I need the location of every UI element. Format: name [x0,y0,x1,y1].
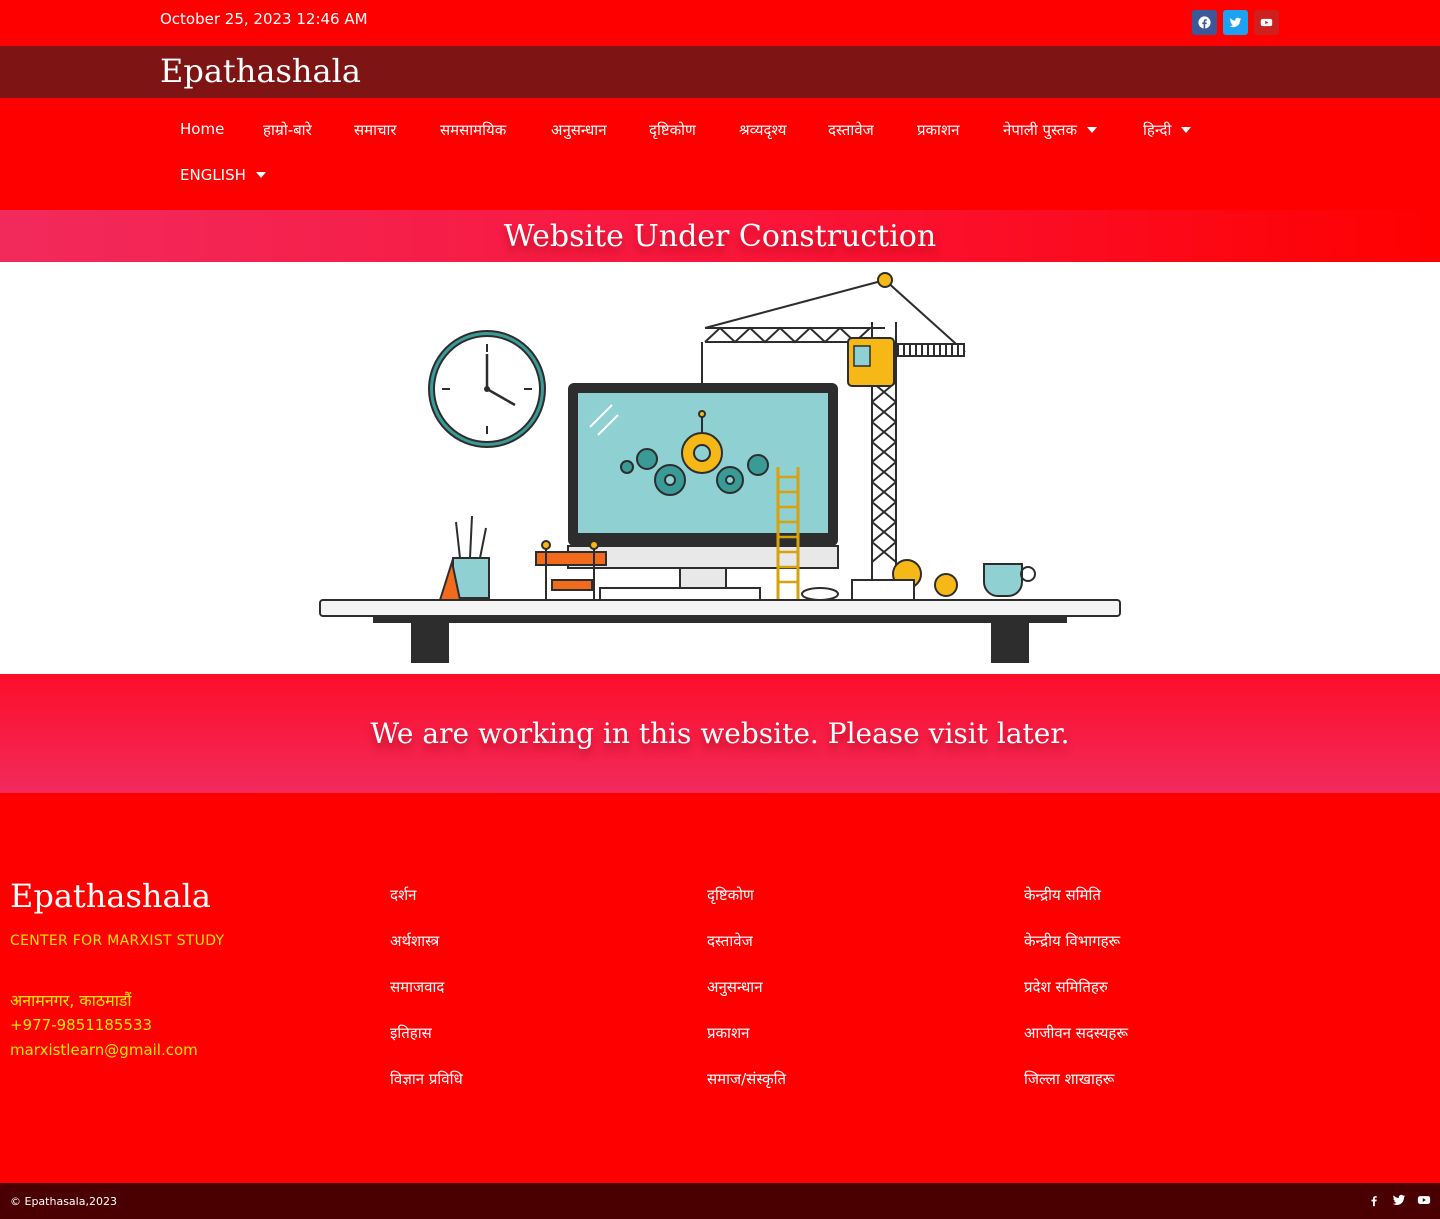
nav-label: ENGLISH [180,166,246,184]
main-navigation: Home हाम्रो-बारे समाचार समसामयिक अनुसन्ध… [0,98,1440,210]
site-logo-text[interactable]: Epathashala [160,52,361,90]
nav-item-nepali-books[interactable]: नेपाली पुस्तक [1003,120,1097,140]
footer-link[interactable]: दस्तावेज [707,931,786,977]
facebook-link[interactable] [1192,10,1217,35]
construction-illustration [319,272,1121,663]
construction-message: We are working in this website. Please v… [370,717,1070,750]
nav-label: प्रकाशन [917,121,960,139]
footer-link[interactable]: अर्थशास्त्र [390,931,463,977]
footer-bottom-bar: © Epathasala,2023 [0,1183,1440,1219]
nav-label: दस्तावेज [828,121,874,139]
desk-icon [319,599,1121,663]
nav-item-about[interactable]: हाम्रो-बारे [263,120,312,140]
footer-link[interactable]: अनुसन्धान [707,977,786,1023]
footer-link[interactable]: प्रदेश समितिहरु [1024,977,1128,1023]
nav-label: हिन्दी [1143,121,1172,139]
footer-subtitle: CENTER FOR MARXIST STUDY [10,933,225,949]
bottom-social-links [1366,1192,1432,1208]
footer-link[interactable]: इतिहास [390,1023,463,1069]
youtube-link[interactable] [1254,10,1279,35]
footer-link[interactable]: प्रकाशन [707,1023,786,1069]
brand-bar: Epathashala [0,46,1440,98]
footer-links-column-2: दृष्टिकोण दस्तावेज अनुसन्धान प्रकाशन समा… [707,885,786,1115]
footer-links-column-1: दर्शन अर्थशास्त्र समाजवाद इतिहास विज्ञान… [390,885,463,1115]
page-title: Website Under Construction [503,218,937,254]
footer-link[interactable]: केन्द्रीय समिति [1024,885,1128,931]
nav-label: हाम्रो-बारे [263,121,312,139]
pencil-cup-icon [452,515,490,599]
clock-icon [428,330,546,448]
nav-label: दृष्टिकोण [649,121,696,139]
facebook-link[interactable] [1366,1192,1382,1208]
chevron-down-icon [1181,127,1192,133]
footer-links-column-3: केन्द्रीय समिति केन्द्रीय विभागहरू प्रदे… [1024,885,1128,1115]
twitter-icon [1229,17,1242,28]
nav-label: नेपाली पुस्तक [1003,121,1077,139]
mouse-icon [801,587,839,601]
nav-label: श्रव्यदृश्य [739,121,787,139]
footer-link[interactable]: विज्ञान प्रविधि [390,1069,463,1115]
chevron-down-icon [1086,127,1097,133]
nav-item-news[interactable]: समाचार [354,120,397,140]
top-bar: October 25, 2023 12:46 AM [0,0,1440,46]
footer-email[interactable]: marxistlearn@gmail.com [10,1041,198,1059]
chevron-down-icon [255,172,266,178]
twitter-link[interactable] [1391,1192,1407,1208]
footer-address: अनामनगर, काठमाडौं [10,991,132,1010]
nav-item-documents[interactable]: दस्तावेज [828,120,874,140]
youtube-icon [1260,18,1273,27]
footer-link[interactable]: दर्शन [390,885,463,931]
nav-item-audio-visual[interactable]: श्रव्यदृश्य [739,120,787,140]
footer-link[interactable]: समाजवाद [390,977,463,1023]
top-social-links [1192,10,1279,35]
nav-label: समसामयिक [440,121,507,139]
footer-link[interactable]: जिल्ला शाखाहरू [1024,1069,1128,1115]
nav-item-hindi[interactable]: हिन्दी [1143,120,1192,140]
twitter-link[interactable] [1223,10,1248,35]
nav-item-research[interactable]: अनुसन्धान [551,120,607,140]
footer-link[interactable]: आजीवन सदस्यहरू [1024,1023,1128,1069]
hero-title-banner: Website Under Construction [0,210,1440,262]
footer-link[interactable]: दृष्टिकोण [707,885,786,931]
facebook-icon [1367,1193,1381,1207]
footer-phone[interactable]: +977-9851185533 [10,1016,152,1034]
current-date: October 25, 2023 12:46 AM [160,10,368,28]
nav-item-publications[interactable]: प्रकाशन [917,120,959,140]
construction-illustration-section [0,262,1440,674]
message-banner: We are working in this website. Please v… [0,674,1440,793]
footer: Epathashala CENTER FOR MARXIST STUDY अना… [0,793,1440,1183]
keyboard-icon [599,587,761,601]
nav-item-english[interactable]: ENGLISH [180,166,266,184]
nav-item-home[interactable]: Home [180,120,224,138]
nav-label: समाचार [354,121,397,139]
cup-icon [976,563,1036,601]
youtube-link[interactable] [1416,1192,1432,1208]
nav-label: Home [180,120,225,138]
twitter-icon [1392,1194,1406,1205]
nav-item-perspective[interactable]: दृष्टिकोण [649,120,696,140]
copyright-text: © Epathasala,2023 [10,1195,117,1208]
nav-item-current-affairs[interactable]: समसामयिक [440,120,506,140]
youtube-icon [1417,1196,1431,1204]
footer-link[interactable]: केन्द्रीय विभागहरू [1024,931,1128,977]
footer-brand: Epathashala [10,877,211,915]
nav-label: अनुसन्धान [551,121,607,139]
footer-link[interactable]: समाज/संस्कृति [707,1069,786,1115]
facebook-icon [1198,16,1211,29]
